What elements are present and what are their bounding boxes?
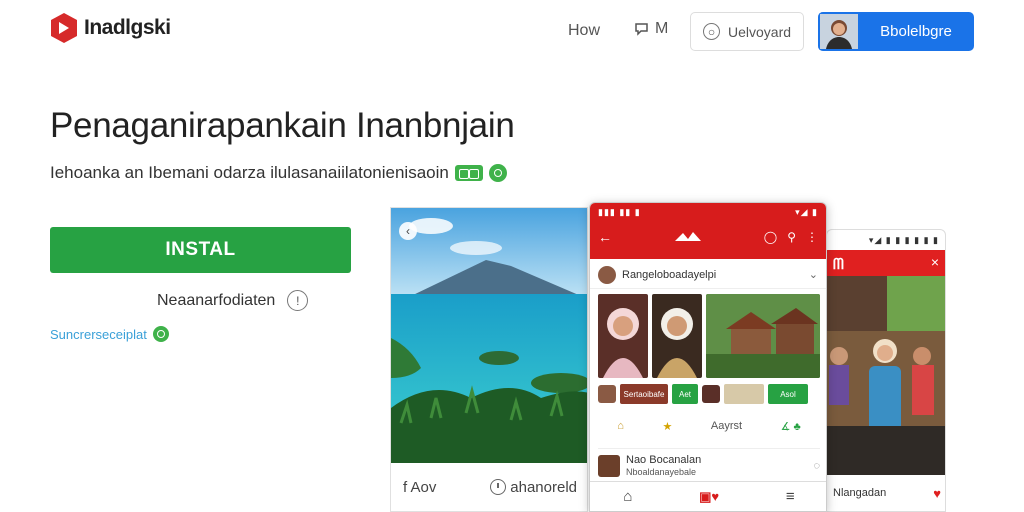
island-foot-right-group: ahanoreld (490, 479, 577, 496)
clock-icon (490, 479, 507, 495)
store-logo[interactable]: Inadlgski (50, 12, 171, 44)
avatar (598, 265, 616, 284)
info-icon: ! (287, 290, 309, 311)
more-info-link[interactable]: Neaanarfodiaten ! (157, 290, 309, 311)
chip-3[interactable]: Asol (768, 384, 808, 404)
install-button[interactable]: INSTAL (50, 227, 351, 273)
app-bottom-nav: ⌂ ▣♥ ≡ (590, 481, 826, 511)
screenshot-app[interactable]: ▮▮▮ ▮▮ ▮ ▾◢ ▮ ← ◯ ⚲ ⋮ Rangeloboadayelpi … (589, 202, 827, 512)
app-icon-label: Aayrst (710, 420, 743, 432)
island-foot-left: f Aov (403, 478, 437, 496)
app-status-left: ▮▮▮ ▮▮ ▮ (598, 206, 641, 217)
back-arrow-icon[interactable]: ‹ (399, 222, 417, 240)
home-icon[interactable]: ⌂ (617, 420, 624, 432)
heart-icon[interactable]: ♥ (933, 486, 941, 501)
play-store-page: Inadlgski How M ○ Uelvoyard Bbolelbgre P… (0, 0, 1024, 512)
search-icon[interactable]: ⚲ (787, 230, 796, 244)
portrait-tile[interactable] (598, 294, 648, 378)
list-item-text: Nao Bocanalan Nboaldanayebale (626, 454, 701, 478)
circle-icon: ○ (702, 23, 720, 40)
app-chip-row: Sertaoibafe Aet Asol (598, 383, 820, 405)
app-logo-icon: ᗰ (833, 256, 844, 273)
chat-icon (635, 23, 648, 36)
page-title: Penaganirapankain Inanbnjain (50, 106, 515, 145)
support-icon (152, 326, 169, 342)
outline-button-label: Uelvoyard (727, 23, 792, 40)
more-vert-icon[interactable]: ⋮ (806, 230, 818, 244)
avatar (598, 385, 616, 403)
people-image (827, 276, 945, 476)
app-toolbar: ← ◯ ⚲ ⋮ (590, 221, 826, 253)
subtitle-text: Iehoanka an Ibemani odarza ilulasanaiila… (50, 163, 449, 182)
outline-button[interactable]: ○ Uelvoyard (690, 12, 804, 51)
toolbar-icons: ◯ ⚲ ⋮ (764, 230, 818, 244)
app-icon-row: ⌂ ★ Aayrst ∡ ♣ (598, 413, 820, 439)
verified-icon (488, 164, 507, 182)
list-item-subtitle: Nboaldanayebale (626, 466, 697, 477)
screenshot-people[interactable]: ▾◢ ▮ ▮ ▮ ▮ ▮ ▮ ᗰ × Nlangadan ♥ (826, 229, 946, 512)
star-icon[interactable]: ★ (662, 420, 672, 433)
close-icon[interactable]: × (931, 254, 939, 270)
support-label: Suncrerseceiplat (50, 326, 147, 342)
screenshot-island[interactable]: ‹ f Aov ahanoreld (390, 207, 588, 512)
app-nav-logo-icon[interactable]: ▣♥ (699, 489, 719, 505)
status-bar: ▾◢ ▮ ▮ ▮ ▮ ▮ ▮ (868, 234, 939, 245)
app-tabs (590, 253, 826, 261)
app-header-row[interactable]: Rangeloboadayelpi ⌄ (590, 261, 826, 289)
app-image-grid (598, 294, 820, 378)
page-subtitle: Iehoanka an Ibemani odarza ilulasanaiila… (50, 163, 507, 183)
app-icon-right: ∡ ♣ (780, 420, 801, 433)
profile-button-label: Bbolelbgre (880, 23, 952, 40)
chevron-down-icon[interactable]: ⌄ (809, 268, 818, 281)
app-header-text: Rangeloboadayelpi (622, 268, 717, 281)
more-info-label: Neaanarfodiaten (157, 291, 276, 309)
chip-1[interactable]: Sertaoibafe (620, 384, 668, 404)
badge-icon (454, 165, 483, 181)
profile-button[interactable]: Bbolelbgre (818, 12, 974, 51)
chip-blank[interactable] (724, 384, 764, 404)
back-arrow-icon[interactable]: ← (598, 229, 612, 245)
app-status-right: ▾◢ ▮ (795, 206, 818, 217)
nav-m-label: M (655, 20, 669, 37)
app-logo-icon (674, 232, 701, 241)
chat-icon[interactable]: ◯ (764, 230, 777, 244)
logo-icon (51, 13, 77, 43)
people-foot-label: Nlangadan (833, 487, 887, 499)
nav-m-link[interactable]: M (634, 20, 668, 38)
nav-how-link[interactable]: How (568, 22, 600, 40)
screenshot-island-footer: f Aov ahanoreld (391, 463, 587, 511)
app-status-bar: ▮▮▮ ▮▮ ▮ ▾◢ ▮ (590, 203, 826, 221)
screenshot-people-footer: Nlangadan ♥ (827, 475, 945, 511)
chip-2[interactable]: Aet (672, 384, 698, 404)
portrait-tile[interactable] (652, 294, 702, 378)
avatar (702, 385, 720, 403)
avatar (598, 454, 620, 477)
island-foot-right: ahanoreld (510, 478, 577, 496)
home-icon[interactable]: ⌂ (623, 488, 632, 505)
list-item-title: Nao Bocanalan (626, 453, 702, 466)
avatar (818, 12, 858, 51)
logo-text: Inadlgski (84, 16, 171, 39)
menu-icon[interactable]: ≡ (786, 488, 795, 505)
island-image (391, 208, 587, 468)
house-tile[interactable] (706, 294, 820, 378)
list-item[interactable]: Nao Bocanalan Nboaldanayebale ◌ (598, 448, 820, 478)
chat-icon[interactable]: ◌ (813, 460, 820, 472)
app-bar: ᗰ × (827, 250, 945, 276)
support-link[interactable]: Suncrerseceiplat (50, 326, 169, 342)
